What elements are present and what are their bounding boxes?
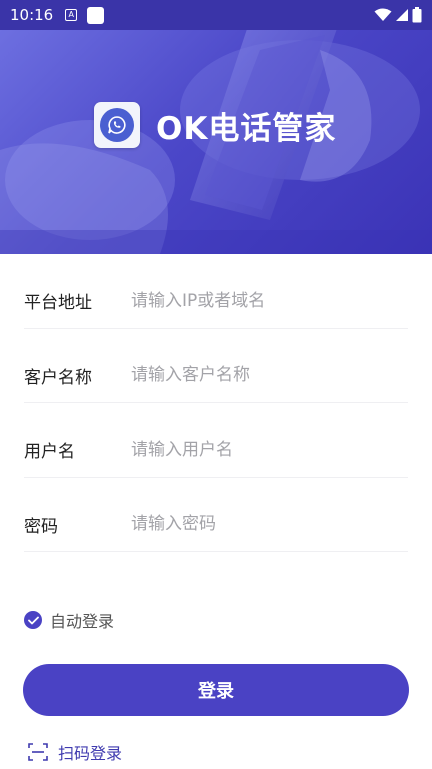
username-label: 用户名 — [24, 442, 75, 463]
signal-icon — [396, 9, 408, 21]
auto-login-label: 自动登录 — [50, 612, 115, 631]
platform-address-row: 平台地址 — [24, 254, 408, 329]
status-time: 10:16 — [10, 6, 54, 24]
status-icons — [374, 7, 422, 23]
customer-name-input[interactable] — [131, 365, 391, 386]
scan-login-link[interactable]: 扫码登录 — [28, 740, 122, 764]
customer-name-label: 客户名称 — [24, 367, 92, 388]
login-form: 平台地址 客户名称 用户名 密码 — [24, 254, 408, 552]
login-button[interactable]: 登录 — [23, 664, 409, 716]
username-input[interactable] — [131, 439, 391, 460]
password-label: 密码 — [24, 516, 58, 537]
password-row: 密码 — [24, 478, 408, 552]
notification-icon: A — [65, 9, 78, 21]
scan-icon — [28, 743, 48, 761]
platform-address-input[interactable] — [131, 290, 391, 311]
username-row: 用户名 — [24, 403, 408, 478]
scan-login-label: 扫码登录 — [58, 744, 123, 763]
app-icon — [87, 6, 105, 24]
password-input[interactable] — [131, 514, 391, 535]
hero-banner: OK电话管家 — [0, 30, 432, 254]
status-bar: 10:16 A — [0, 0, 432, 30]
app-name: OK电话管家 — [156, 110, 337, 147]
customer-name-row: 客户名称 — [24, 329, 408, 403]
wifi-icon — [374, 8, 392, 21]
checkbox-checked-icon[interactable] — [24, 611, 42, 629]
phone-chat-icon — [94, 102, 140, 148]
battery-icon — [412, 7, 422, 23]
app-logo: OK电话管家 — [94, 102, 336, 148]
platform-address-label: 平台地址 — [24, 293, 92, 314]
auto-login-toggle[interactable]: 自动登录 — [24, 608, 114, 632]
